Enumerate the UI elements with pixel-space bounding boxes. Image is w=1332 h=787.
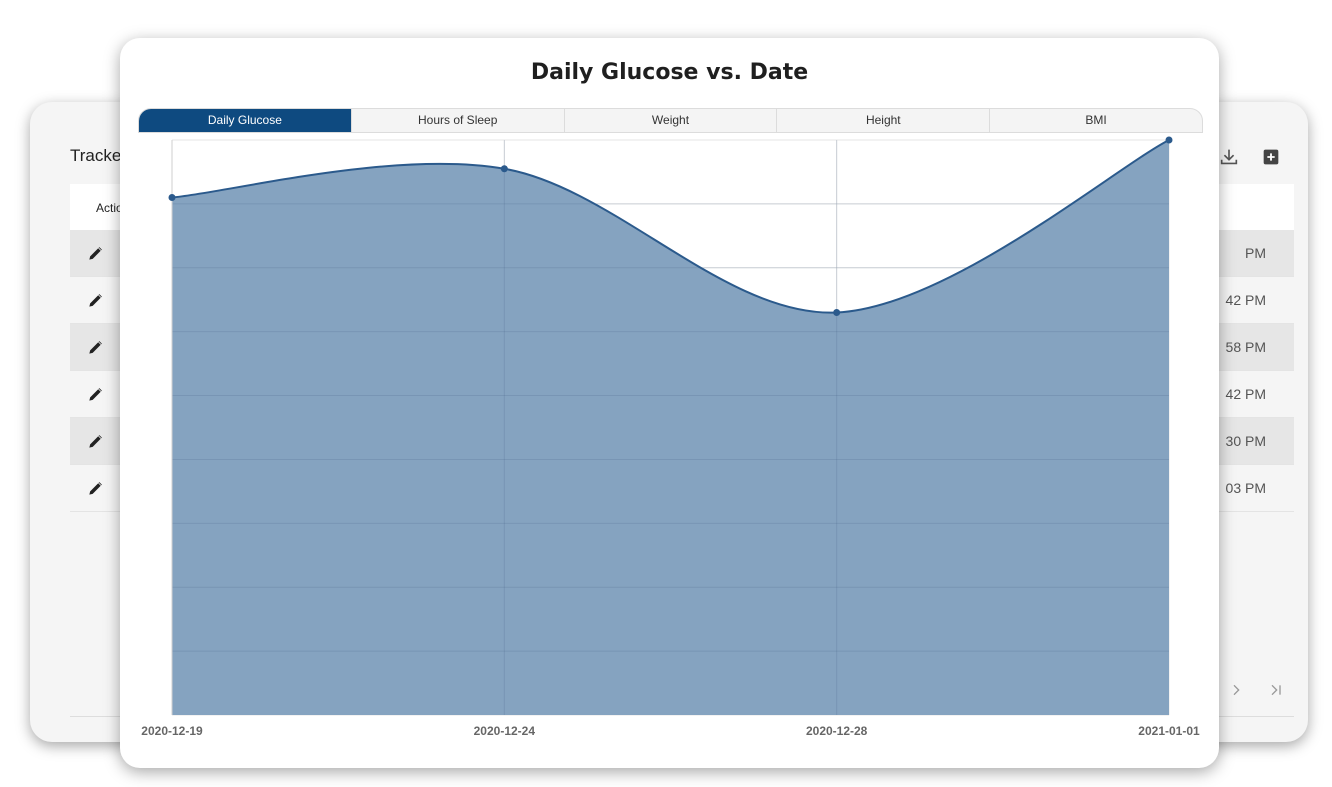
row-time: 03 PM xyxy=(1225,480,1266,496)
edit-icon[interactable] xyxy=(86,290,106,310)
edit-icon[interactable] xyxy=(86,384,106,404)
x-tick-label: 2020-12-19 xyxy=(141,724,203,738)
edit-icon[interactable] xyxy=(86,243,106,263)
row-time: PM xyxy=(1245,245,1266,261)
data-point xyxy=(500,165,508,173)
row-time: 42 PM xyxy=(1225,292,1266,308)
x-tick-label: 2020-12-24 xyxy=(474,724,536,738)
chevron-right-icon[interactable] xyxy=(1228,682,1244,698)
row-time: 30 PM xyxy=(1225,433,1266,449)
download-icon[interactable] xyxy=(1218,146,1240,168)
row-time: 42 PM xyxy=(1225,386,1266,402)
series-area xyxy=(172,140,1169,715)
chart-card: Daily Glucose vs. Date Daily Glucose Hour… xyxy=(120,38,1219,768)
x-tick-label: 2020-12-28 xyxy=(806,724,868,738)
data-point xyxy=(1165,136,1173,144)
area-chart: 2020-12-19 2020-12-24 2020-12-28 2021-01-01 xyxy=(141,136,1200,738)
add-box-icon[interactable] xyxy=(1260,146,1282,168)
last-page-icon[interactable] xyxy=(1268,682,1284,698)
tracker-title: Tracke xyxy=(70,146,122,165)
data-point xyxy=(833,309,841,316)
x-tick-label: 2021-01-01 xyxy=(1138,724,1200,738)
edit-icon[interactable] xyxy=(86,431,106,451)
data-point xyxy=(168,194,176,201)
edit-icon[interactable] xyxy=(86,478,106,498)
edit-icon[interactable] xyxy=(86,337,106,357)
row-time: 58 PM xyxy=(1225,339,1266,355)
